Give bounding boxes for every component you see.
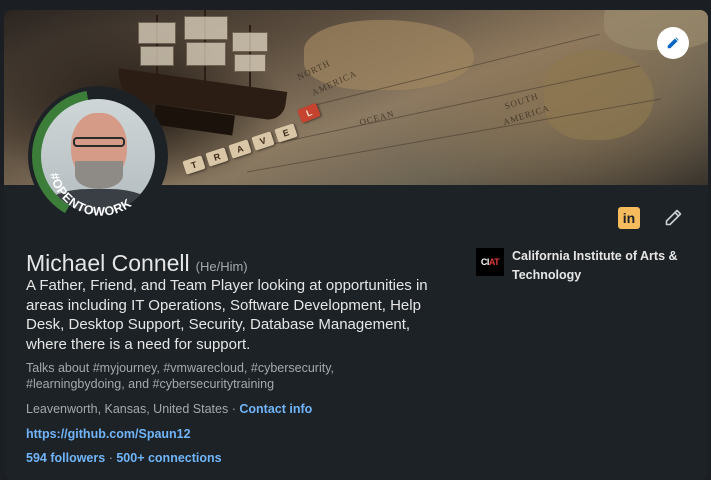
map-land-south-america: [544, 50, 654, 140]
linkedin-icon: in: [622, 210, 636, 226]
name-row: Michael Connell (He/Him): [26, 250, 248, 277]
profile-headline: A Father, Friend, and Team Player lookin…: [26, 277, 428, 353]
open-to-work-badge: #OPENTOWORK: [47, 171, 134, 219]
pencil-icon: [665, 209, 682, 226]
ship-sail: [140, 46, 174, 66]
location-row: Leavenworth, Kansas, United States · Con…: [26, 402, 312, 416]
talks-about: Talks about #myjourney, #vmwarecloud, #c…: [26, 361, 335, 391]
contact-info-link[interactable]: Contact info: [239, 402, 312, 416]
travel-tile: T: [182, 155, 206, 175]
edit-intro-button[interactable]: [662, 207, 684, 229]
network-stats: 594 followers · 500+ connections: [26, 451, 222, 465]
edit-cover-button[interactable]: [657, 27, 689, 59]
map-land-africa: [604, 10, 708, 50]
travel-tile: R: [205, 147, 229, 167]
school-logo-text: AT: [488, 257, 500, 267]
separator: ·: [108, 451, 113, 465]
ship-sail: [234, 54, 266, 72]
map-label: OCEAN: [358, 108, 396, 128]
profile-name: Michael Connell: [26, 250, 190, 276]
linkedin-badge-button[interactable]: in: [618, 207, 640, 229]
profile-card: NORTH AMERICA OCEAN SOUTH AMERICA T R A …: [4, 10, 708, 480]
connections-link[interactable]: 500+ connections: [116, 451, 221, 465]
travel-tile: L: [297, 102, 321, 124]
location: Leavenworth, Kansas, United States: [26, 402, 229, 416]
profile-photo[interactable]: #OPENTOWORK: [28, 86, 168, 226]
website-link[interactable]: https://github.com/Spaun12: [26, 427, 191, 441]
education-item[interactable]: CI AT California Institute of Arts & Tech…: [476, 248, 701, 285]
pronouns: (He/Him): [195, 259, 248, 274]
school-logo: CI AT: [476, 248, 504, 276]
travel-tile: A: [228, 139, 252, 159]
ship-sail: [186, 42, 226, 66]
ship-sail: [138, 22, 176, 44]
pencil-icon: [667, 37, 679, 49]
separator: ·: [231, 402, 236, 416]
followers-link[interactable]: 594 followers: [26, 451, 105, 465]
ship-sail: [232, 32, 268, 52]
svg-text:#OPENTOWORK: #OPENTOWORK: [47, 171, 134, 219]
travel-tile: V: [251, 131, 275, 151]
school-logo-text: CI: [480, 257, 490, 267]
school-name: California Institute of Arts & Technolog…: [512, 249, 678, 282]
open-to-work-label: #OPENTOWORK: [47, 171, 134, 219]
ship-sail: [184, 16, 228, 40]
